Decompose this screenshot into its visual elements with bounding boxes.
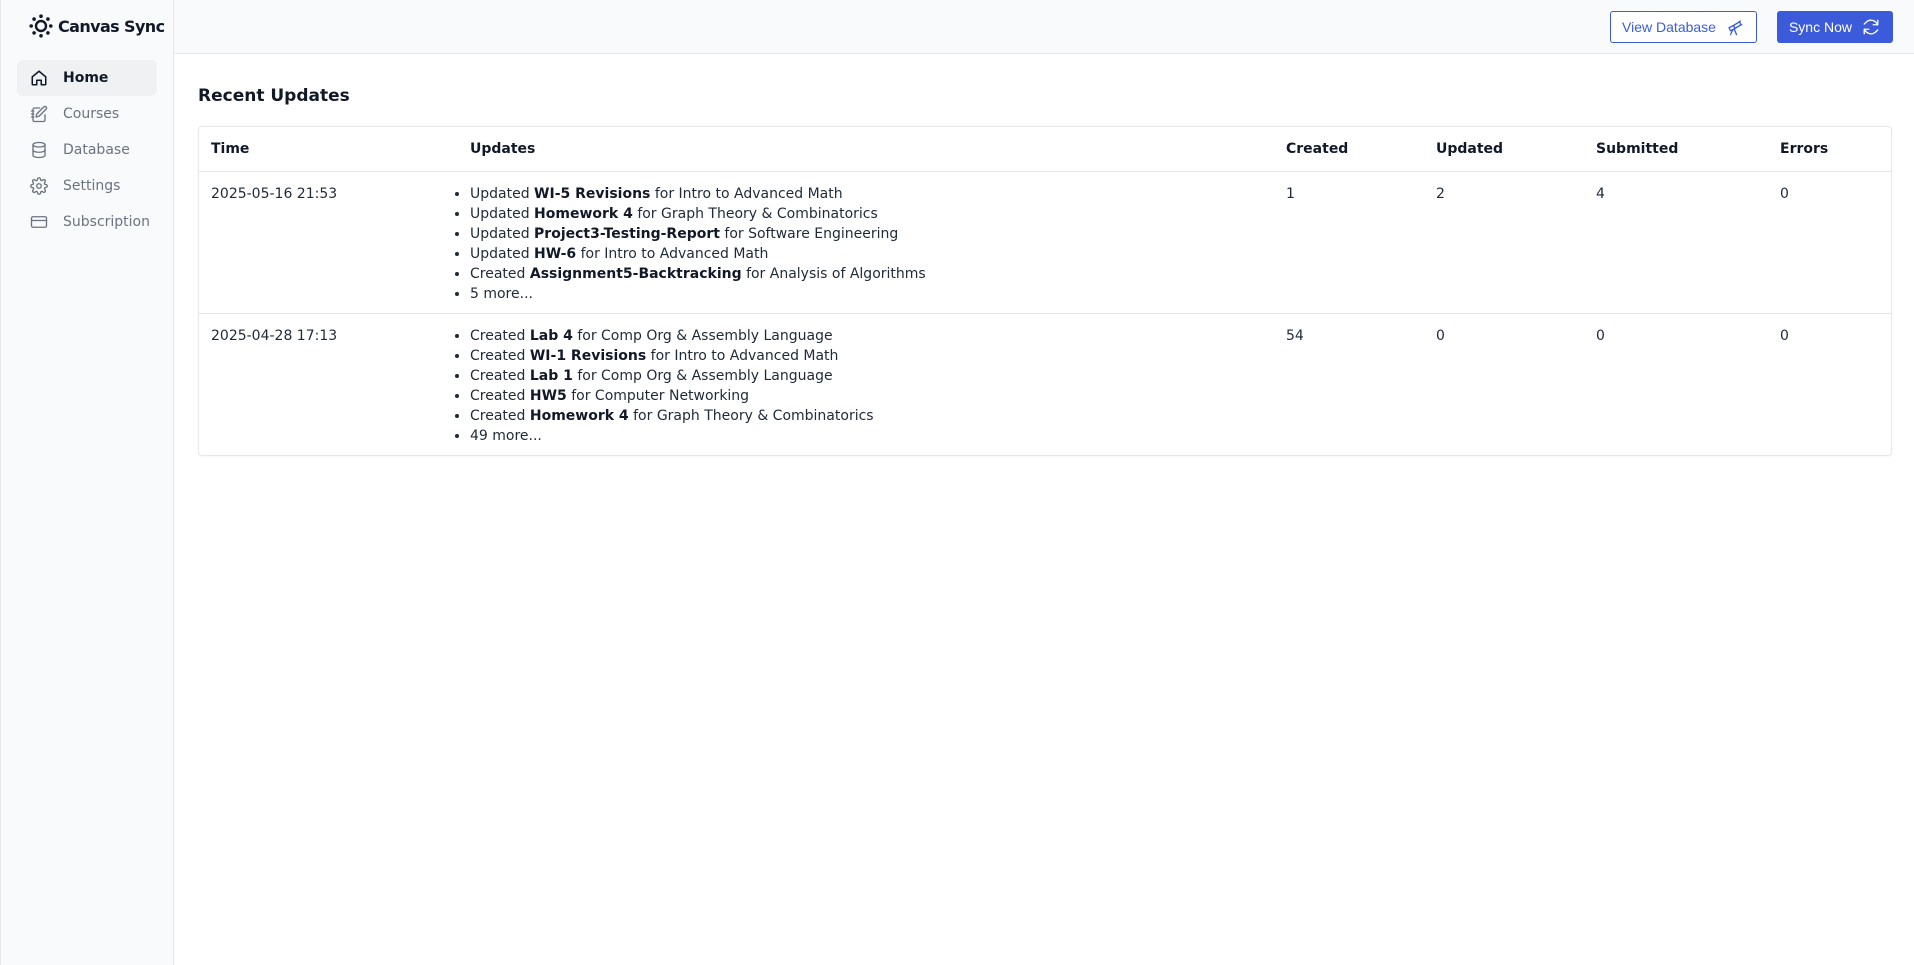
update-name: WI-1 Revisions: [529, 347, 647, 364]
list-item: Created Lab 4 for Comp Org & Assembly La…: [470, 326, 1262, 346]
list-item: Updated WI-5 Revisions for Intro to Adva…: [470, 184, 1262, 204]
update-suffix: for Analysis of Algorithms: [746, 265, 926, 282]
column-header-updated: Updated: [1424, 127, 1584, 172]
cell-submitted: 0: [1596, 327, 1605, 344]
list-item: Updated Homework 4 for Graph Theory & Co…: [470, 204, 1262, 224]
list-item: Updated HW-6 for Intro to Advanced Math: [470, 244, 1262, 264]
brand[interactable]: Canvas Sync: [1, 0, 173, 52]
more-updates: 5 more...: [470, 284, 1262, 304]
update-name: WI-5 Revisions: [534, 185, 651, 202]
update-action: Created: [470, 265, 526, 282]
update-suffix: for Comp Org & Assembly Language: [577, 367, 833, 384]
sidebar-item-label: Home: [63, 70, 109, 86]
sync-now-label: Sync Now: [1788, 18, 1852, 35]
updates-list: Updated WI-5 Revisions for Intro to Adva…: [470, 184, 1262, 304]
list-item: Created Lab 1 for Comp Org & Assembly La…: [470, 366, 1262, 386]
update-suffix: for Computer Networking: [571, 387, 750, 404]
update-action: Created: [470, 347, 526, 364]
update-action: Created: [470, 367, 526, 384]
update-suffix: for Intro to Advanced Math: [580, 245, 769, 262]
sidebar: Canvas Sync Home Courses Database Settin…: [0, 0, 174, 965]
recent-updates-table: Time Updates Created Updated Submitted E…: [198, 126, 1892, 456]
update-action: Updated: [470, 245, 530, 262]
update-suffix: for Graph Theory & Combinatorics: [633, 407, 874, 424]
update-suffix: for Intro to Advanced Math: [650, 347, 839, 364]
cell-errors: 0: [1780, 185, 1789, 202]
update-name: Lab 1: [529, 367, 573, 384]
list-item: Created Homework 4 for Graph Theory & Co…: [470, 406, 1262, 426]
list-item: Created WI-1 Revisions for Intro to Adva…: [470, 346, 1262, 366]
gear-icon: [29, 176, 49, 196]
sidebar-nav: Home Courses Database Settings Subscript…: [1, 52, 173, 240]
view-database-label: View Database: [1622, 18, 1716, 35]
cell-updates: Updated WI-5 Revisions for Intro to Adva…: [458, 171, 1274, 313]
content: Recent Updates Time Updates Created Upda…: [174, 54, 1914, 456]
list-item: Updated Project3-Testing-Report for Soft…: [470, 224, 1262, 244]
canvas-logo-icon: [27, 13, 54, 40]
update-suffix: for Intro to Advanced Math: [654, 185, 843, 202]
update-name: HW5: [529, 387, 567, 404]
app-root: Canvas Sync Home Courses Database Settin…: [0, 0, 1914, 965]
update-name: Homework 4: [534, 205, 633, 222]
update-name: Project3-Testing-Report: [534, 225, 720, 242]
update-name: Lab 4: [529, 327, 573, 344]
sidebar-item-label: Settings: [63, 178, 121, 194]
sidebar-item-subscription[interactable]: Subscription: [17, 204, 157, 240]
telescope-icon: [1726, 18, 1744, 36]
database-icon: [29, 140, 49, 160]
column-header-submitted: Submitted: [1584, 127, 1768, 172]
courses-icon: [29, 104, 49, 124]
column-header-time: Time: [199, 127, 458, 172]
page-title: Recent Updates: [198, 86, 350, 106]
cell-updated: 0: [1436, 327, 1445, 344]
refresh-icon: [1862, 18, 1880, 36]
update-action: Created: [470, 407, 526, 424]
cell-time: 2025-04-28 17:13: [211, 327, 338, 344]
update-name: HW-6: [534, 245, 577, 262]
card-icon: [29, 212, 49, 232]
update-action: Updated: [470, 225, 530, 242]
cell-created: 54: [1286, 327, 1304, 344]
update-action: Updated: [470, 205, 530, 222]
sidebar-item-database[interactable]: Database: [17, 132, 157, 168]
column-header-created: Created: [1274, 127, 1424, 172]
update-suffix: for Comp Org & Assembly Language: [577, 327, 833, 344]
sidebar-item-settings[interactable]: Settings: [17, 168, 157, 204]
cell-updated: 2: [1436, 185, 1445, 202]
sync-now-button[interactable]: Sync Now: [1776, 10, 1893, 43]
update-suffix: for Software Engineering: [724, 225, 899, 242]
updates-list: Created Lab 4 for Comp Org & Assembly La…: [470, 326, 1262, 446]
more-updates: 49 more...: [470, 426, 1262, 446]
list-item: Created HW5 for Computer Networking: [470, 386, 1262, 406]
main-area: View Database Sync Now Recent Updates Ti…: [174, 0, 1914, 965]
update-name: Homework 4: [529, 407, 629, 424]
view-database-button[interactable]: View Database: [1610, 10, 1757, 43]
update-name: Assignment5-Backtracking: [529, 265, 742, 282]
home-icon: [29, 68, 49, 88]
sidebar-item-label: Courses: [63, 106, 120, 122]
column-header-updates: Updates: [458, 127, 1274, 172]
table-row: 2025-05-16 21:53 Updated WI-5 Revisions …: [199, 171, 1891, 313]
cell-errors: 0: [1780, 327, 1789, 344]
sidebar-item-home[interactable]: Home: [17, 60, 157, 96]
update-suffix: for Graph Theory & Combinatorics: [637, 205, 878, 222]
sidebar-item-courses[interactable]: Courses: [17, 96, 157, 132]
column-header-errors: Errors: [1768, 127, 1891, 172]
update-action: Created: [470, 327, 526, 344]
cell-submitted: 4: [1596, 185, 1605, 202]
list-item: Created Assignment5-Backtracking for Ana…: [470, 264, 1262, 284]
cell-time: 2025-05-16 21:53: [211, 185, 338, 202]
app-name: Canvas Sync: [58, 16, 165, 36]
table-header-row: Time Updates Created Updated Submitted E…: [199, 127, 1891, 172]
update-action: Created: [470, 387, 526, 404]
cell-updates: Created Lab 4 for Comp Org & Assembly La…: [458, 313, 1274, 455]
topbar: View Database Sync Now: [174, 0, 1914, 54]
update-action: Updated: [470, 185, 530, 202]
table-row: 2025-04-28 17:13 Created Lab 4 for Comp …: [199, 313, 1891, 455]
cell-created: 1: [1286, 185, 1295, 202]
sidebar-item-label: Database: [63, 142, 130, 158]
sidebar-item-label: Subscription: [63, 214, 150, 230]
